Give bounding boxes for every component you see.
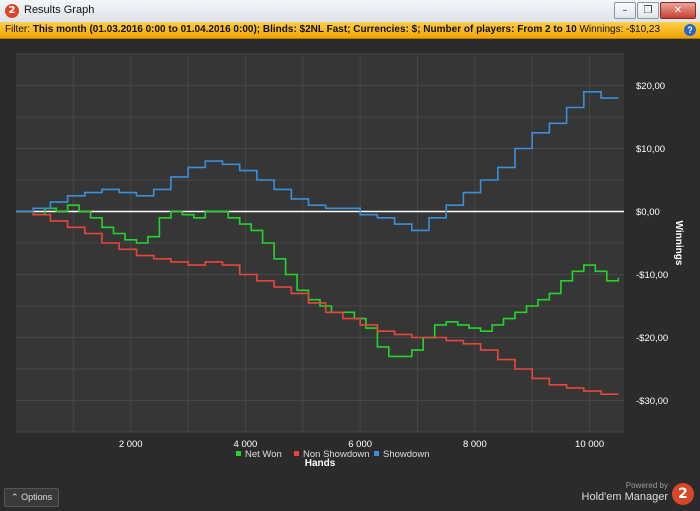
x-tick-label: 10 000: [575, 439, 604, 450]
y-tick-labels: $20,00 $10,00 $0,00 -$10,00 -$20,00 -$30,00: [636, 81, 668, 407]
app-logo-icon: 2: [5, 4, 19, 18]
legend-swatch: [236, 451, 241, 456]
legend-label: Showdown: [383, 449, 429, 460]
filter-text: This month (01.03.2016 0:00 to 01.04.201…: [32, 24, 577, 35]
options-button[interactable]: ⌃ Options: [4, 488, 60, 507]
legend-swatch: [294, 451, 299, 456]
x-tick-label: 8 000: [463, 439, 487, 450]
title-bar: 2 Results Graph – ❐ ✕: [0, 0, 700, 23]
winnings-value: -$10,23: [626, 24, 661, 35]
help-icon[interactable]: ?: [684, 24, 696, 36]
y-tick-label: $20,00: [636, 81, 665, 92]
powered-by-label: Powered by: [625, 481, 668, 490]
close-button[interactable]: ✕: [660, 2, 696, 19]
legend-item-showdown[interactable]: Showdown: [374, 449, 429, 460]
legend: Net Won Non Showdown Showdown: [236, 449, 429, 460]
options-label: Options: [21, 492, 53, 502]
y-tick-label: -$10,00: [636, 270, 668, 281]
legend-label: Net Won: [245, 449, 282, 460]
legend-item-non-showdown[interactable]: Non Showdown: [294, 449, 370, 460]
results-chart: $20,00 $10,00 $0,00 -$10,00 -$20,00 -$30,00 2…: [16, 53, 684, 469]
legend-label: Non Showdown: [303, 449, 370, 460]
winnings-label: Winnings:: [579, 24, 624, 35]
window-title: Results Graph: [24, 4, 95, 16]
y-tick-label: $0,00: [636, 207, 660, 218]
restore-button[interactable]: ❐: [637, 2, 659, 19]
minimize-button[interactable]: –: [614, 2, 636, 19]
y-axis-label: Winnings: [673, 221, 684, 266]
bottom-bar: ⌃ Options Powered by Hold'em Manager 2: [0, 479, 700, 511]
legend-item-net-won[interactable]: Net Won: [236, 449, 282, 460]
options-chevron-icon: ⌃: [11, 492, 19, 502]
legend-swatch: [374, 451, 379, 456]
x-tick-label: 2 000: [119, 439, 143, 450]
filter-bar[interactable]: Filter: This month (01.03.2016 0:00 to 0…: [0, 22, 700, 39]
y-tick-label: -$30,00: [636, 396, 668, 407]
y-tick-label: $10,00: [636, 144, 665, 155]
holdem-manager-logo-icon: 2: [672, 483, 694, 505]
filter-label: Filter:: [5, 24, 30, 35]
y-tick-label: -$20,00: [636, 333, 668, 344]
brand-name: Hold'em Manager: [581, 491, 668, 503]
